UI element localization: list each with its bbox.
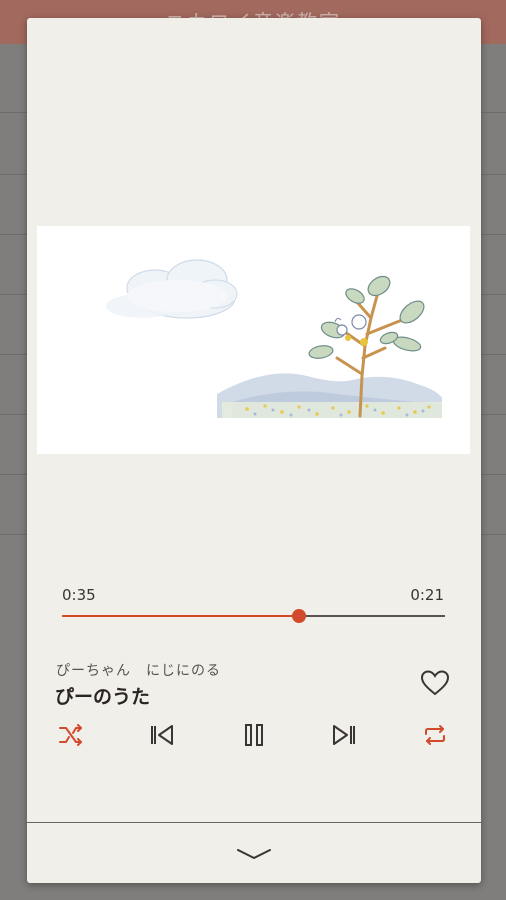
characters-drawing (334, 314, 368, 346)
seek-bar[interactable] (62, 609, 445, 623)
skip-previous-icon[interactable] (145, 718, 179, 752)
player-sheet: 0:35 0:21 ぴーちゃん にじにのる ぴーのうた (27, 18, 481, 883)
seek-bar-progress (62, 615, 300, 617)
pause-icon[interactable] (237, 718, 271, 752)
remaining-time: 0:21 (410, 586, 444, 604)
seek-bar-thumb[interactable] (292, 609, 307, 623)
song-title: ぴーのうた (55, 686, 151, 708)
skip-next-icon[interactable] (327, 718, 361, 752)
sheet-divider (27, 822, 481, 823)
cloud-drawing (106, 259, 238, 319)
chevron-down-icon[interactable] (232, 842, 276, 866)
playback-controls (27, 718, 481, 752)
shuffle-icon[interactable] (54, 718, 88, 752)
elapsed-time: 0:35 (62, 586, 96, 604)
artwork-illustration (106, 259, 442, 418)
artist-name: ぴーちゃん にじにのる (56, 663, 221, 679)
repeat-icon[interactable] (418, 718, 452, 752)
album-artwork (37, 226, 470, 454)
favorite-heart-icon[interactable] (419, 668, 451, 698)
